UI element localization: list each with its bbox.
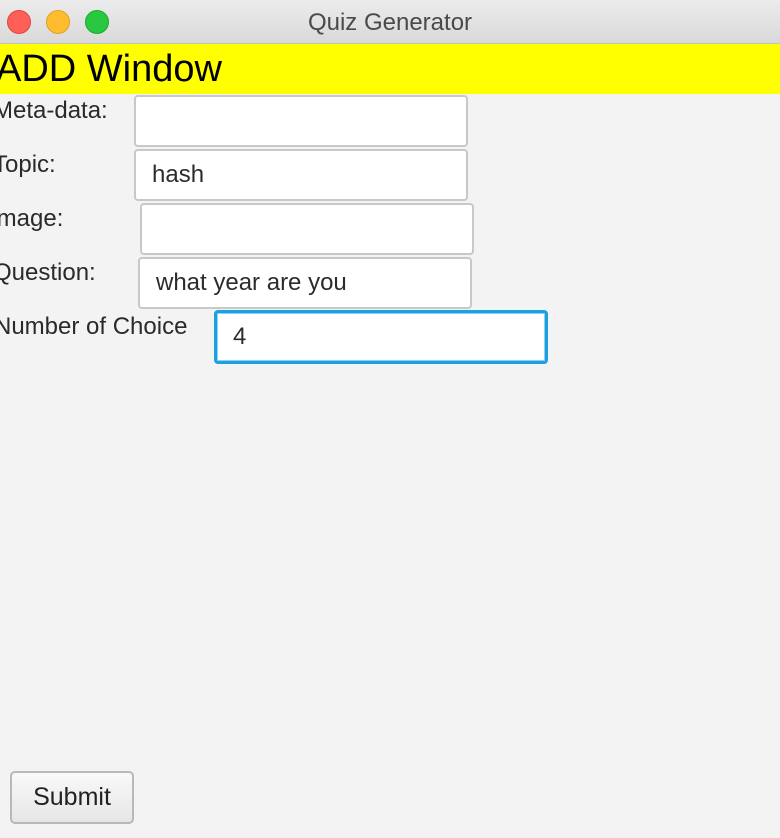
topic-label: Topic: <box>0 151 56 178</box>
metadata-label: Meta-data: <box>0 97 108 124</box>
image-input[interactable] <box>140 203 474 255</box>
quiz-generator-window: Quiz Generator ADD Window Meta-data: Top… <box>0 0 780 838</box>
metadata-input[interactable] <box>134 95 468 147</box>
title-bar[interactable]: Quiz Generator <box>0 0 780 44</box>
question-label: Question: <box>0 259 96 286</box>
submit-button[interactable]: Submit <box>10 771 134 824</box>
window-title: Quiz Generator <box>307 9 473 36</box>
add-window-heading: ADD Window <box>0 48 222 90</box>
number-of-choices-label: Number of Choice <box>0 313 188 340</box>
number-of-choices-input[interactable] <box>214 310 548 364</box>
image-label: Image: <box>0 205 64 232</box>
add-window-banner: ADD Window <box>0 44 780 94</box>
topic-input[interactable] <box>134 149 468 201</box>
question-input[interactable] <box>138 257 472 309</box>
